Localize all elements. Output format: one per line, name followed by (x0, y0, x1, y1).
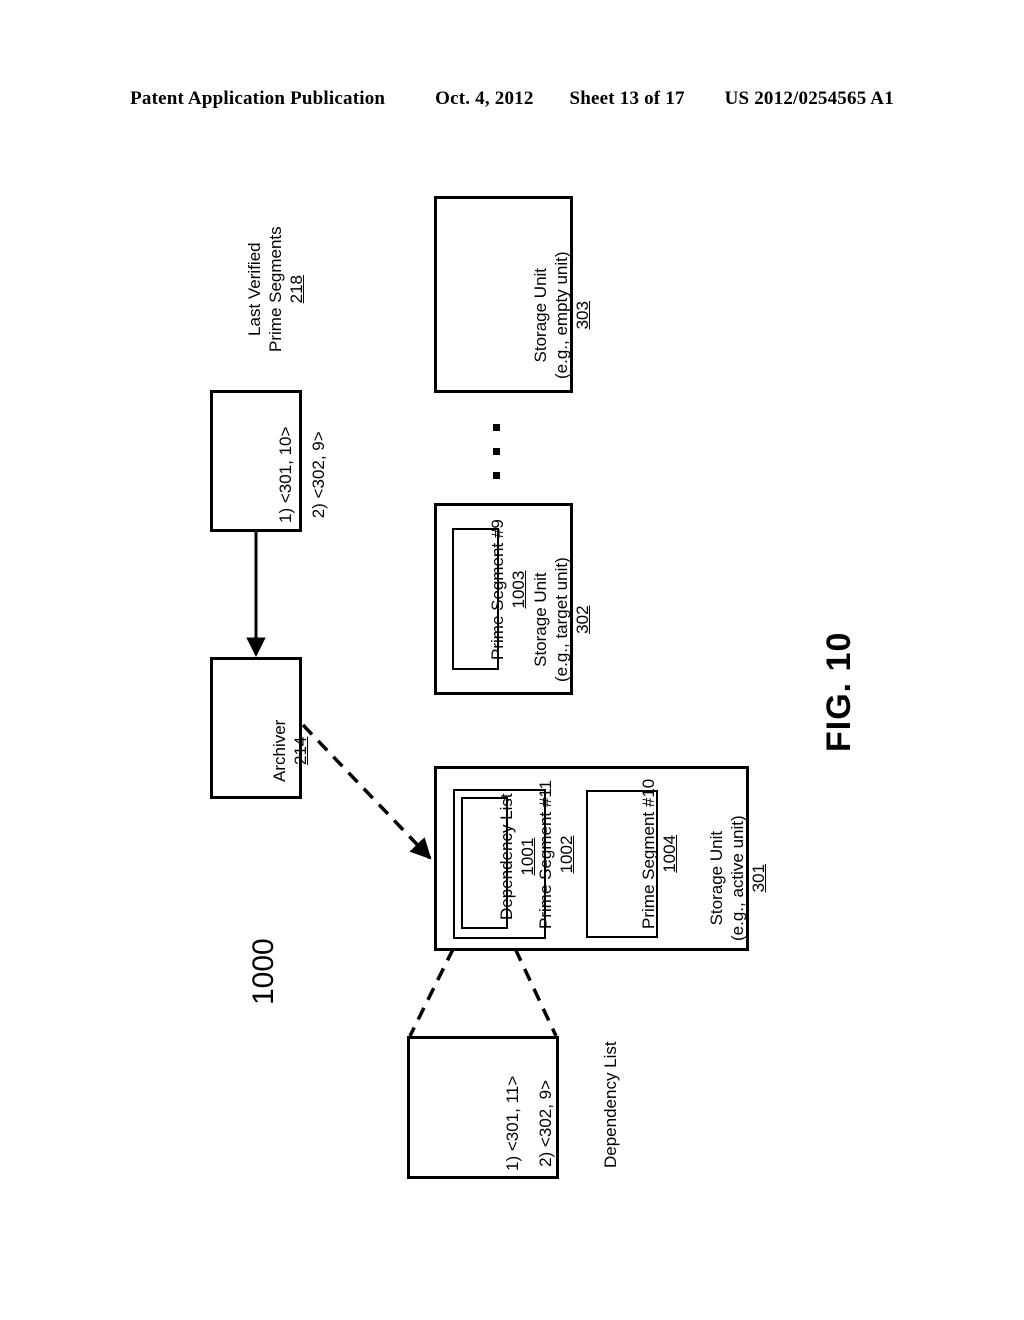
lvps-entry-2: 2) <302, 9> (309, 431, 329, 519)
header-publication: Patent Application Publication (130, 88, 386, 109)
su301-text: Storage Unit (e.g., active unit) 301 (706, 815, 769, 941)
ps10-numeral: 1004 (660, 834, 680, 873)
ellipsis-dot (493, 448, 500, 455)
su301-line1: Storage Unit (707, 830, 726, 926)
ps11-title: Prime Segment #11 (536, 780, 555, 929)
archiver-box: Archiver 214 (210, 657, 310, 799)
su301-line2: (e.g., active unit) (728, 815, 748, 941)
su303-text: Storage Unit (e.g., empty unit) 303 (530, 251, 593, 379)
su303-numeral: 303 (573, 301, 593, 330)
storage-unit-303-box: Storage Unit (e.g., empty unit) 303 (434, 196, 592, 393)
ps10-title: Prime Segment #10 (639, 778, 658, 929)
lvps-label-line1: Last Verified (245, 242, 264, 336)
su302-line1: Storage Unit (531, 572, 550, 667)
archiver-text: Archiver 214 (269, 720, 311, 782)
depdetail-entry-1: 1) <301, 11> (503, 1075, 522, 1171)
header-date: Oct. 4, 2012 (435, 88, 534, 109)
archiver-numeral: 214 (291, 736, 311, 766)
lvps-label-line2: Prime Segments (266, 226, 286, 352)
dependency-list-detail-box: 1) <301, 11> 2) <302, 9> (407, 1036, 559, 1179)
prime-segment-10-box: Prime Segment #10 1004 (586, 779, 679, 938)
archiver-title: Archiver (270, 719, 289, 782)
depdetail-entries: 1) <301, 11> 2) <302, 9> (502, 1076, 556, 1171)
su302-numeral: 302 (573, 605, 593, 634)
depdetail-entry-2: 2) <302, 9> (536, 1079, 556, 1167)
header-sheet: Sheet 13 of 17 (569, 88, 685, 109)
dependency-list-detail-caption: Dependency List (601, 1041, 620, 1168)
arrow-archiver-to-su301 (301, 723, 432, 860)
dependency-list-1001-box: Dependency List 1001 (461, 793, 537, 929)
header-patent-number: US 2012/0254565 A1 (724, 88, 894, 109)
su301-numeral: 301 (749, 863, 769, 893)
ellipsis-dot (493, 424, 500, 431)
ps11-text: Prime Segment #11 1002 (535, 780, 577, 929)
prime-segment-9-box: Prime Segment #9 1003 (452, 519, 528, 670)
publication-header: Patent Application Publication Oct. 4, 2… (0, 88, 1024, 110)
deplist-1001-text: Dependency List 1001 (496, 793, 538, 920)
su302-line2: (e.g., target unit) (552, 557, 572, 682)
lvps-entries: 1) <301, 10> 2) <302, 9> (275, 427, 329, 523)
last-verified-prime-segments-box: 1) <301, 10> 2) <302, 9> (210, 390, 328, 532)
deplist-1001-title: Dependency List (497, 793, 516, 920)
su303-line2: (e.g., empty unit) (552, 251, 572, 379)
lvps-entry-1: 1) <301, 10> (276, 426, 295, 523)
ps9-numeral: 1003 (509, 570, 529, 609)
su303-line1: Storage Unit (531, 267, 550, 363)
su302-text: Storage Unit (e.g., target unit) 302 (530, 557, 593, 682)
ps9-text: Prime Segment #9 1003 (487, 519, 529, 660)
ps9-title: Prime Segment #9 (488, 519, 507, 660)
vertical-ellipsis-icon (493, 424, 501, 484)
last-verified-prime-segments-label: Last Verified Prime Segments 218 (244, 226, 307, 352)
diagram-numeral-1000: 1000 (247, 938, 280, 1005)
ps10-text: Prime Segment #10 1004 (638, 779, 680, 929)
ellipsis-dot (493, 472, 500, 479)
figure-label: FIG. 10 (820, 631, 858, 752)
deplist-1001-numeral: 1001 (518, 837, 538, 876)
lvps-label-numeral: 218 (287, 274, 307, 304)
ps11-numeral: 1002 (557, 835, 577, 874)
